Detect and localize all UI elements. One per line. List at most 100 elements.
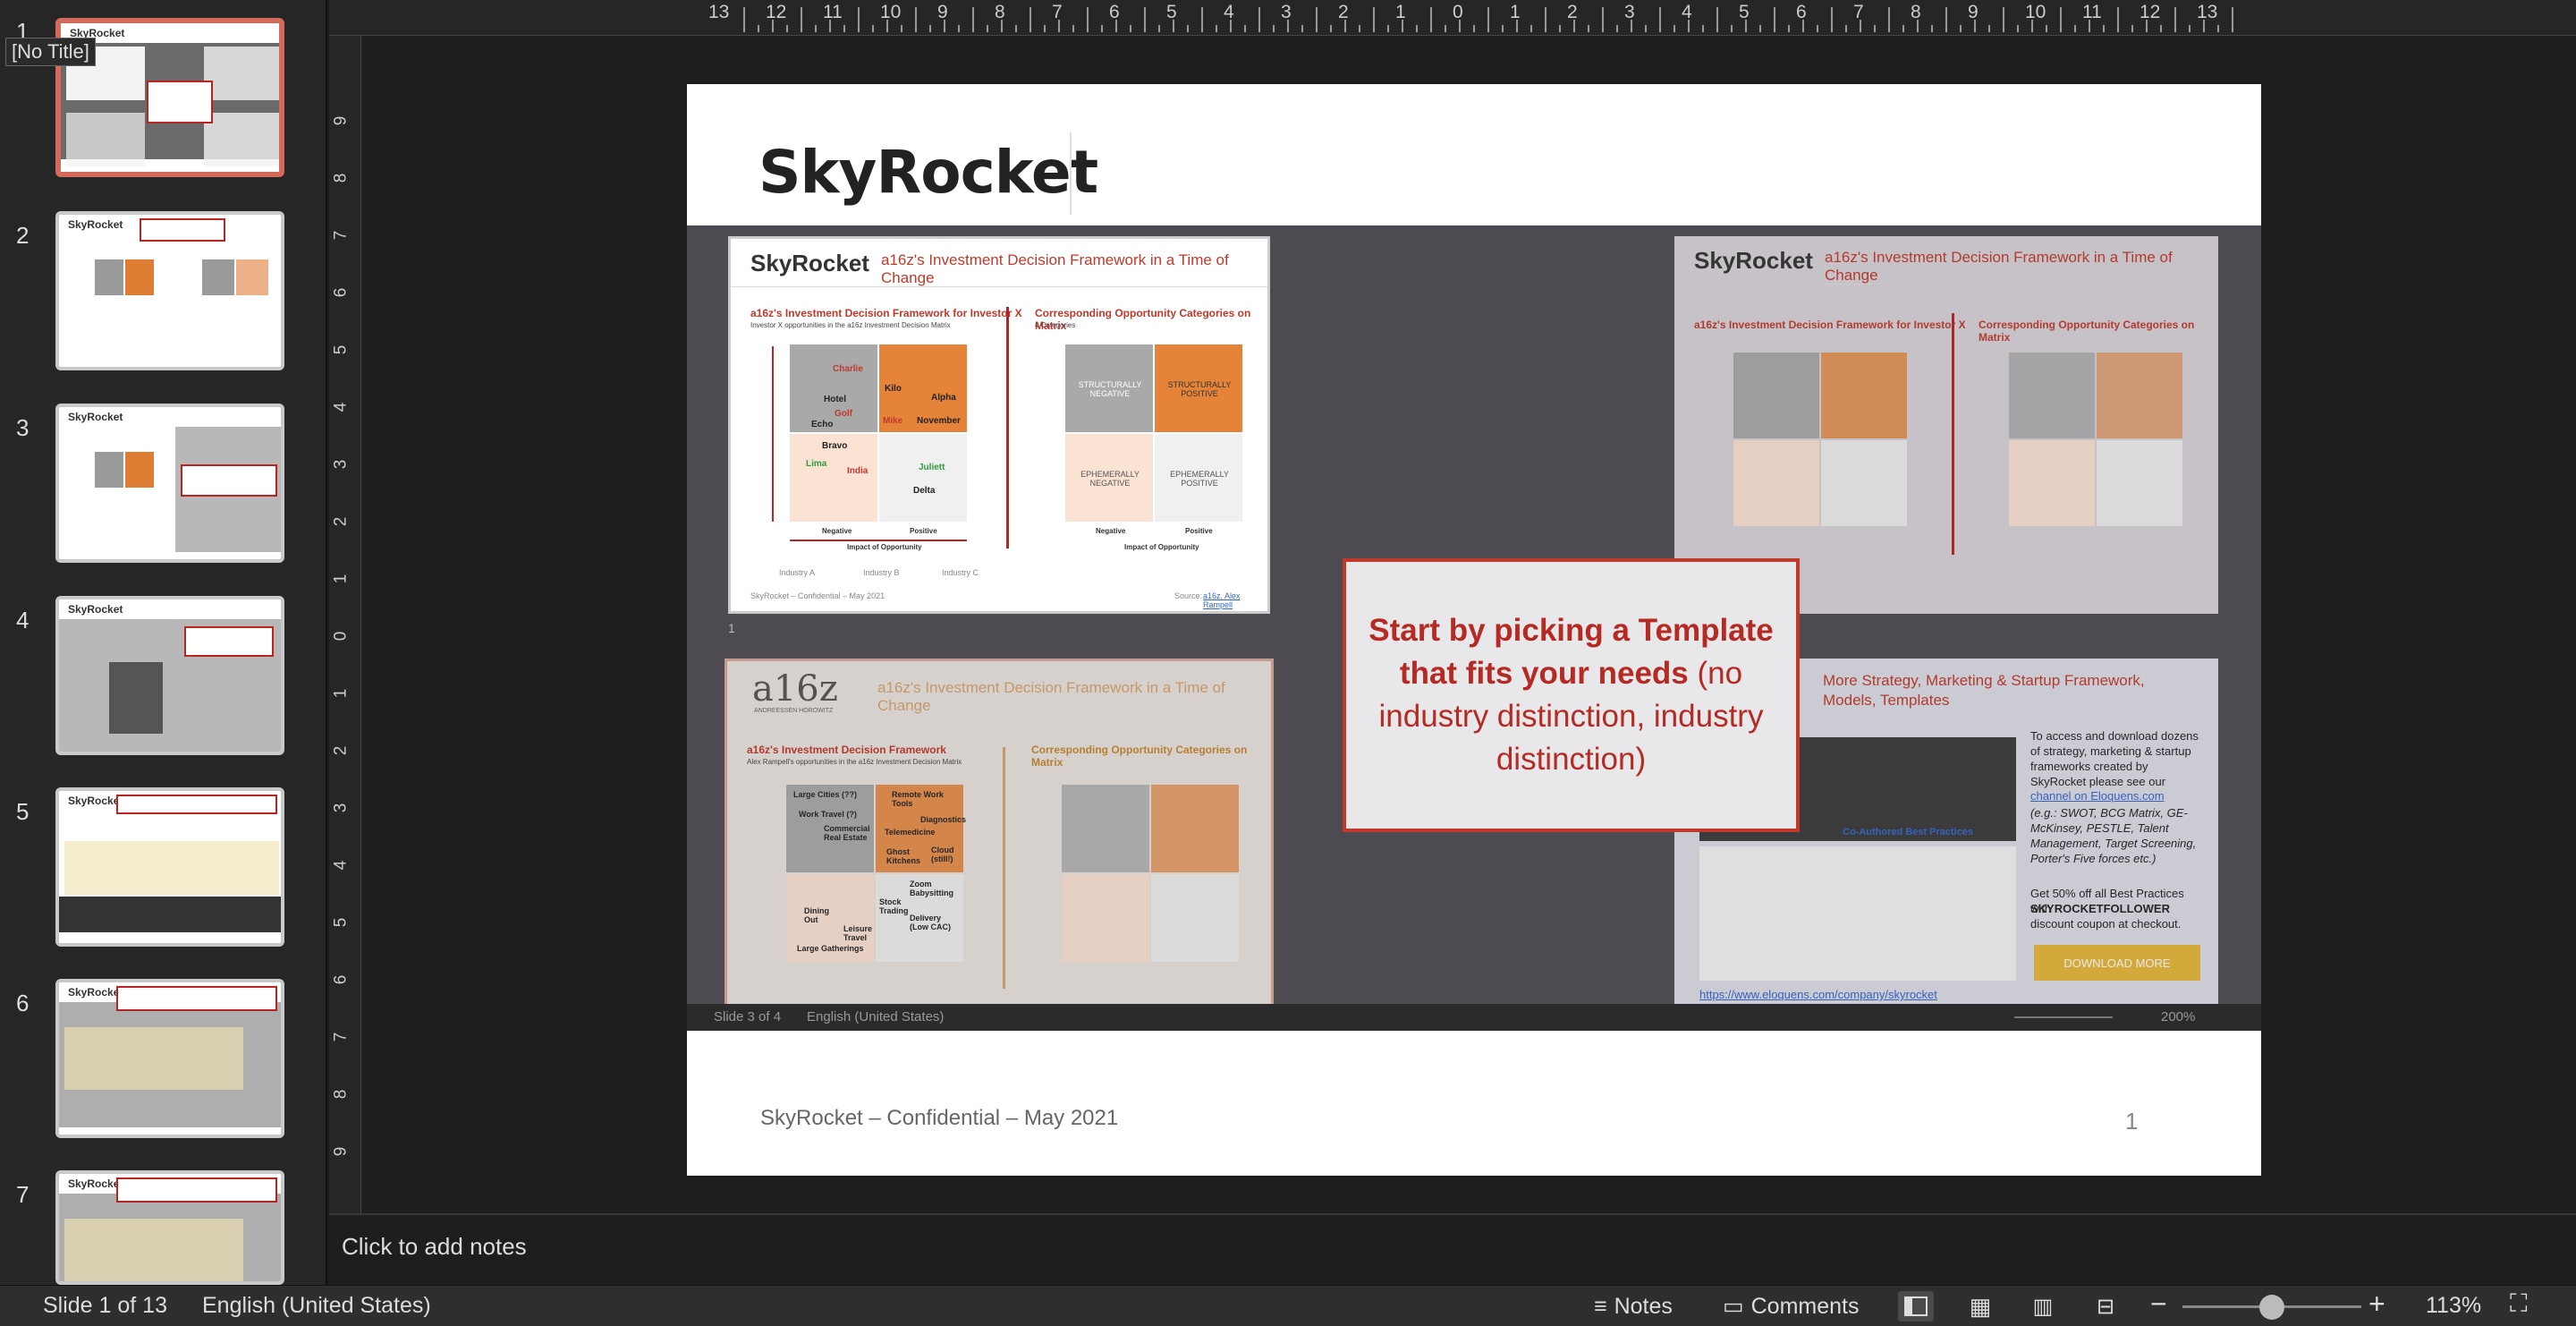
current-slide[interactable]: SkyRocket SkyRocket a16z's Investment De… (687, 84, 2261, 1176)
label-kilo: Kilo (885, 384, 902, 394)
ruler-tick-label: 1 (331, 574, 351, 584)
download-more-button[interactable]: DOWNLOAD MORE (2034, 945, 2200, 981)
comments-label: Comments (1750, 1293, 1860, 1319)
promo-url[interactable]: https://www.eloquens.com/company/skyrock… (1699, 988, 1937, 1001)
ruler-tick-label: 6 (1109, 2, 1120, 22)
ruler-tick-label: 8 (331, 1089, 351, 1100)
card-divider (1006, 307, 1009, 548)
cat-sn-text: STRUCTURALLY NEGATIVE (1078, 380, 1142, 398)
ruler-tick-label: 2 (1338, 2, 1349, 22)
cat-ep-text: EPHEMERALLY POSITIVE (1170, 470, 1229, 488)
promo-channel-link[interactable]: channel on Eloquens.com (2030, 789, 2165, 803)
legend-industry-c: Industry C (942, 568, 979, 577)
slideshow-button[interactable]: ⊟ (2088, 1291, 2123, 1322)
card-header: SkyRocket a16z's Investment Decision Fra… (731, 239, 1267, 287)
zoom-level[interactable]: 113% (2426, 1293, 2481, 1319)
ruler-tick-label: 6 (331, 287, 351, 298)
a16z-item: Telemedicine (885, 828, 936, 837)
thumbnail-row[interactable]: 4 SkyRocket (0, 596, 326, 766)
ruler-tick-label: 11 (2082, 2, 2102, 22)
thumbnail-row[interactable]: 7 SkyRocket (0, 1170, 326, 1285)
slide-navigator[interactable]: 1 SkyRocket 2 SkyRocket 3 SkyRocket 4 Sk… (0, 0, 327, 1285)
slide-canvas[interactable]: SkyRocket SkyRocket a16z's Investment De… (362, 37, 2576, 1213)
thumb-callout (181, 464, 277, 497)
normal-view-button[interactable] (1898, 1291, 1934, 1322)
ruler-tick-label: 6 (1796, 2, 1807, 22)
vertical-ruler[interactable]: 9 8 7 6 5 4 3 2 1 0 1 2 3 4 5 6 7 8 9 (329, 36, 361, 1213)
card-source-link[interactable]: a16z, Alex Rampell (1203, 591, 1267, 609)
ruler-tick-label: 3 (331, 803, 351, 813)
card-divider (1003, 747, 1005, 989)
ruler-tick-label: 5 (331, 344, 351, 355)
slide-thumbnail[interactable]: SkyRocket (55, 1170, 284, 1285)
thumbnail-row[interactable]: 2 SkyRocket (0, 211, 326, 381)
best-practices-preview (1699, 846, 2016, 981)
label-november: November (917, 416, 961, 426)
ruler-tick-label: 1 (1510, 2, 1521, 22)
no-title-tooltip: [No Title] (5, 38, 96, 66)
a16z-logo: a16z (752, 668, 838, 710)
thumb-card (204, 47, 279, 100)
notes-placeholder[interactable]: Click to add notes (342, 1233, 527, 1261)
slide-thumbnail[interactable]: SkyRocket (55, 979, 284, 1138)
ruler-tick-label: 8 (995, 2, 1005, 22)
zoom-slider-knob[interactable] (2259, 1295, 2284, 1320)
a16z-subhead: Alex Rampell's opportunities in the a16z… (747, 758, 962, 766)
a16z-logo-sub: ANDREESSEN HOROWITZ (754, 708, 834, 714)
slide-thumbnail[interactable]: SkyRocket (55, 596, 284, 755)
slide-thumbnail[interactable]: SkyRocket (55, 787, 284, 947)
label-bravo: Bravo (822, 441, 848, 451)
promo-title: More Strategy, Marketing & Startup Frame… (1823, 672, 2145, 709)
thumb-quad (236, 259, 268, 295)
grid-icon: ▦ (1969, 1292, 1992, 1320)
reading-view-button[interactable]: ▥ (2025, 1291, 2061, 1322)
status-bar: Slide 1 of 13 English (United States) ≡ … (0, 1285, 2576, 1326)
ruler-tick-label: 4 (331, 860, 351, 871)
framework-screenshot-image[interactable]: SkyRocket a16z's Investment Decision Fra… (687, 225, 2261, 1031)
slide-sorter-button[interactable]: ▦ (1962, 1291, 1998, 1322)
a16z-item: Remote Work Tools (892, 790, 944, 808)
embedded-zoom-track (2014, 1016, 2113, 1018)
label-charlie: Charlie (833, 364, 863, 374)
quad (1151, 874, 1239, 962)
fit-to-window-icon[interactable]: ⛶ (2510, 1289, 2528, 1319)
zoom-out-button[interactable]: − (2150, 1288, 2167, 1321)
thumbnail-row[interactable]: 6 SkyRocket (0, 979, 326, 1149)
promo-coauthored: Co-Authored Best Practices (1843, 827, 1974, 837)
thumbnail-row[interactable]: 3 SkyRocket (0, 404, 326, 574)
thumbnail-number: 4 (16, 607, 30, 633)
ruler-tick-label: 8 (331, 173, 351, 183)
thumb-callout (116, 795, 277, 814)
zoom-in-button[interactable]: + (2368, 1288, 2385, 1321)
thumbnail-row[interactable]: 5 SkyRocket (0, 787, 326, 957)
a16z-item: Dining Out (804, 906, 829, 924)
thumbnail-number: 2 (16, 222, 30, 249)
label-mike: Mike (883, 416, 903, 426)
notes-button[interactable]: ≡ Notes (1594, 1291, 1673, 1322)
ruler-tick-label: 9 (331, 1146, 351, 1157)
horizontal-ruler[interactable]: 13 12 11 10 9 8 7 6 5 4 3 2 1 0 1 2 3 4 5 6 7 8 9 10 11 12 13 (329, 0, 2576, 36)
ruler-tick-label: 0 (331, 631, 351, 642)
thumb-card (66, 113, 145, 166)
a16z-item: Stock Trading (879, 897, 909, 915)
language-indicator[interactable]: English (United States) (202, 1293, 431, 1319)
ruler-tick-label: 4 (1224, 2, 1234, 22)
ruler-tick-label: 1 (1395, 2, 1406, 22)
a16z-item: Diagnostics (920, 815, 967, 824)
ruler-tick-label: 10 (880, 2, 902, 22)
x-axis-arrow (790, 540, 967, 541)
slide-thumbnail[interactable]: SkyRocket (55, 211, 284, 370)
thumb-card (204, 113, 279, 166)
ruler-tick-label: 7 (1052, 2, 1063, 22)
ruler-tick-label: 6 (331, 974, 351, 985)
thumb-callout (147, 81, 213, 123)
x-axis-label: Impact of Opportunity (847, 543, 922, 551)
notes-pane[interactable]: Click to add notes (329, 1213, 2576, 1285)
thumb-table (64, 841, 279, 895)
thumb-logo: SkyRocket (68, 603, 123, 616)
ruler-tick-label: 1 (331, 688, 351, 699)
slide-thumbnail[interactable]: SkyRocket (55, 404, 284, 563)
book-icon: ▥ (2032, 1294, 2054, 1319)
quad (1821, 440, 1907, 526)
comments-button[interactable]: ▭ Comments (1723, 1291, 1860, 1322)
